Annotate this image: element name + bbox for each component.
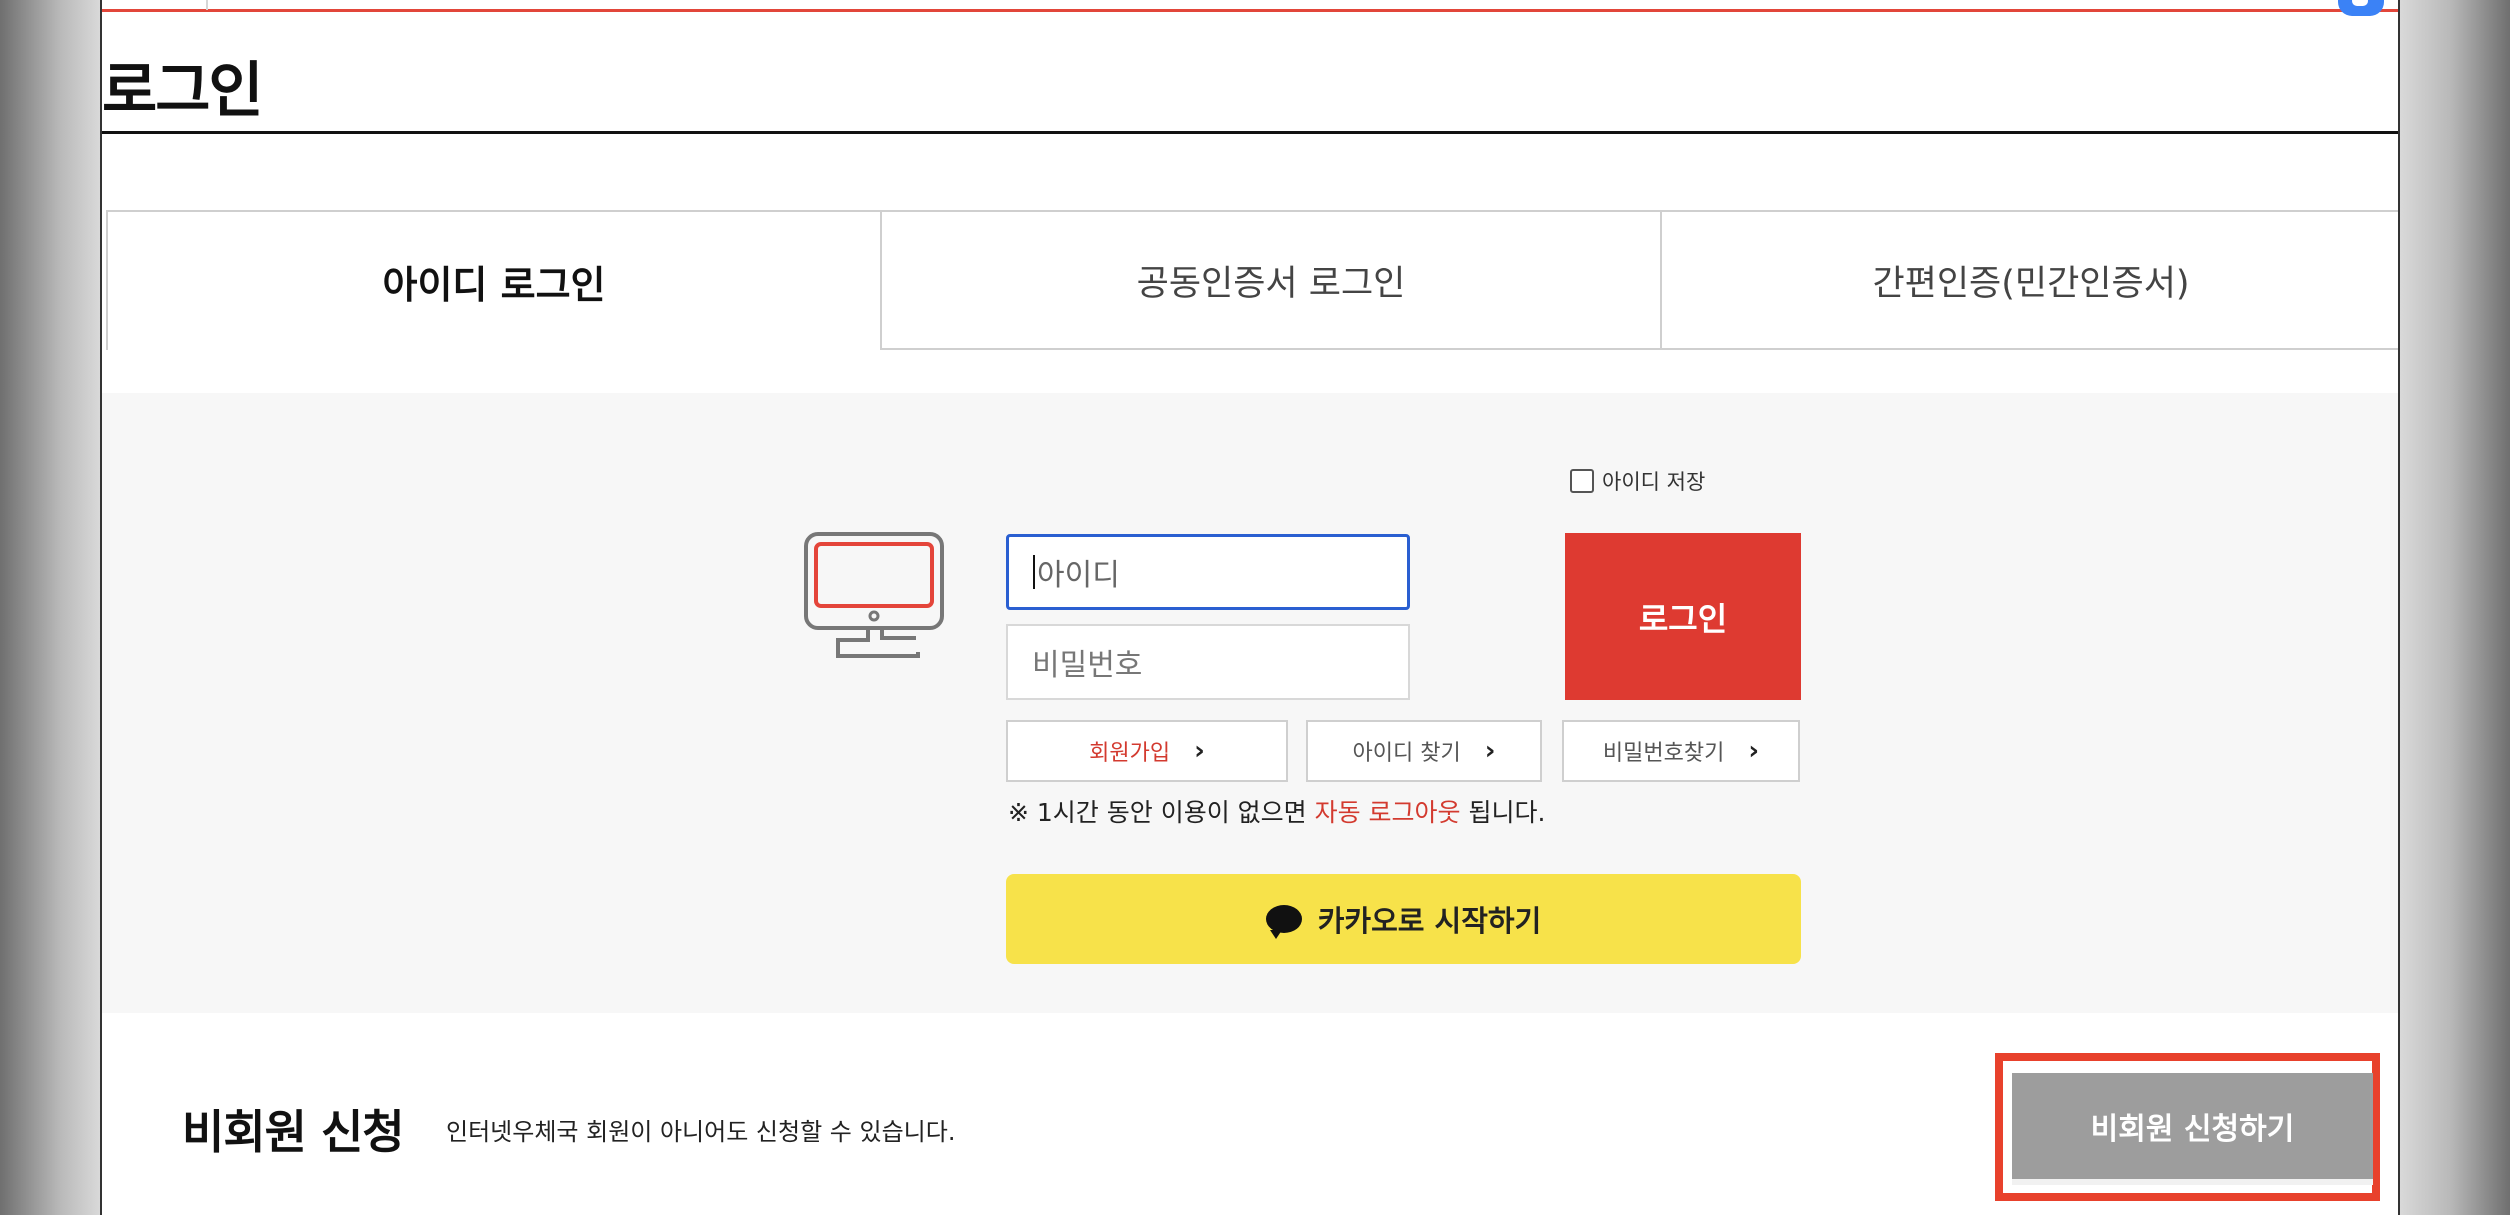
chevron-right-icon: › — [1484, 736, 1496, 766]
notice-highlight: 자동 로그아웃 — [1314, 798, 1461, 827]
monitor-icon — [804, 532, 944, 658]
notice-suffix: 됩니다. — [1460, 798, 1546, 827]
find-id-label: 아이디 찾기 — [1352, 741, 1461, 766]
tab-id-login[interactable]: 아이디 로그인 — [106, 210, 882, 350]
password-input[interactable]: 비밀번호 — [1006, 624, 1410, 700]
password-input-placeholder: 비밀번호 — [1032, 648, 1143, 683]
find-id-button[interactable]: 아이디 찾기 › — [1306, 720, 1542, 782]
id-input[interactable]: 아이디 — [1006, 534, 1410, 610]
page-title: 로그인 — [102, 56, 264, 126]
guest-section-title: 비회원 신청 — [182, 1105, 405, 1159]
join-button[interactable]: 회원가입 › — [1006, 720, 1288, 782]
find-password-button[interactable]: 비밀번호찾기 › — [1562, 720, 1800, 782]
browser-window: 로그인 아이디 로그인 공동인증서 로그인 간편인증(민간인증서) 아이디 저장… — [100, 0, 2400, 1215]
tab-certificate-login[interactable]: 공동인증서 로그인 — [882, 210, 1662, 350]
notice-prefix: ※ 1시간 동안 이용이 없으면 — [1008, 798, 1315, 827]
kakao-login-label: 카카오로 시작하기 — [1317, 904, 1542, 938]
login-button[interactable]: 로그인 — [1565, 533, 1801, 700]
tab-simple-auth[interactable]: 간편인증(민간인증서) — [1662, 210, 2398, 350]
find-password-label: 비밀번호찾기 — [1602, 741, 1725, 766]
text-caret — [1033, 555, 1035, 589]
chat-icon[interactable] — [2338, 0, 2384, 16]
login-tabs: 아이디 로그인 공동인증서 로그인 간편인증(민간인증서) — [106, 210, 2398, 350]
remember-id-label: 아이디 저장 — [1602, 470, 1706, 494]
top-strip-divider — [206, 0, 208, 10]
chevron-right-icon: › — [1748, 736, 1760, 766]
guest-section-description: 인터넷우체국 회원이 아니어도 신청할 수 있습니다. — [446, 1118, 956, 1146]
remember-id-checkbox[interactable]: 아이디 저장 — [1570, 466, 1705, 496]
kakao-speech-bubble-icon — [1265, 905, 1302, 939]
chevron-right-icon: › — [1194, 736, 1205, 766]
top-strip — [102, 0, 2398, 16]
title-divider — [102, 131, 2398, 134]
join-label: 회원가입 — [1089, 741, 1171, 766]
kakao-login-button[interactable]: 카카오로 시작하기 — [1006, 874, 1801, 964]
id-input-placeholder: 아이디 — [1037, 558, 1120, 593]
checkbox-icon[interactable] — [1570, 469, 1594, 493]
auto-logout-notice: ※ 1시간 동안 이용이 없으면 자동 로그아웃 됩니다. — [1008, 793, 1545, 829]
guest-apply-button[interactable]: 비회원 신청하기 — [2012, 1073, 2373, 1185]
